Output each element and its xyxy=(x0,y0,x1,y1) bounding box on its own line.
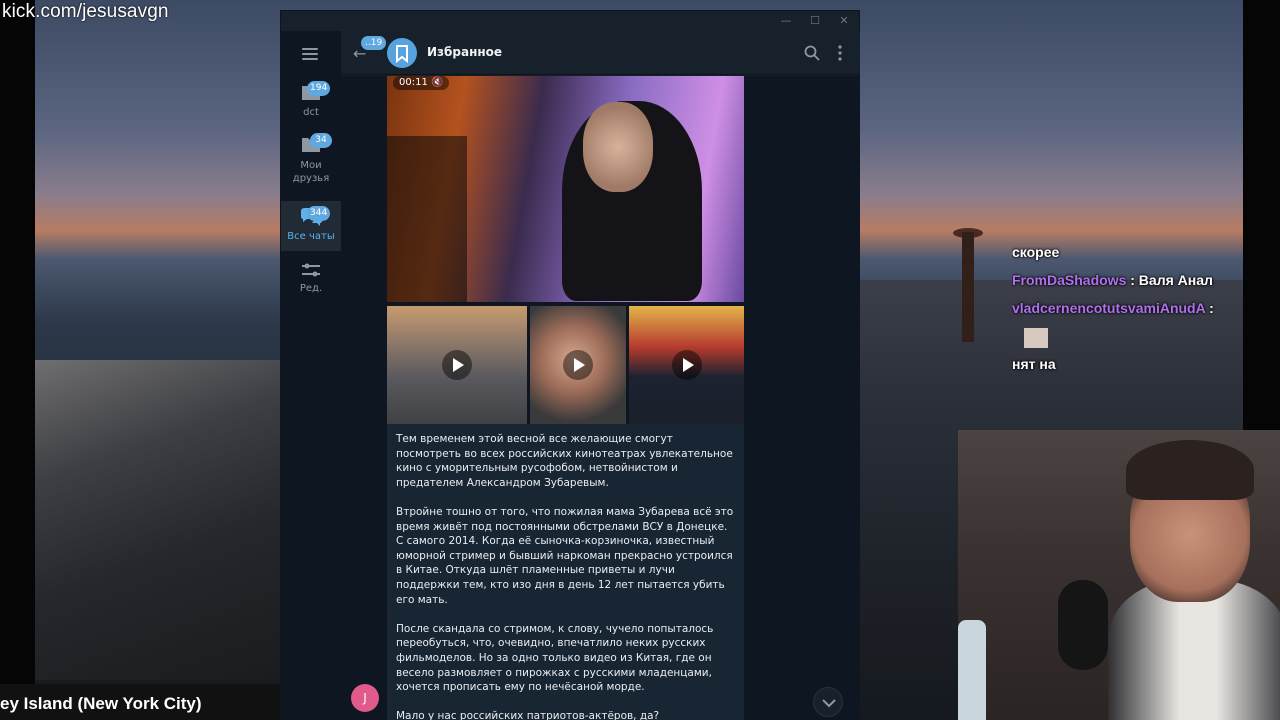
left-letterbox xyxy=(0,0,35,720)
album-video-2[interactable] xyxy=(530,306,626,424)
cityscape-left xyxy=(35,360,280,680)
bookmark-icon xyxy=(396,45,408,64)
search-icon[interactable] xyxy=(803,44,821,62)
chat-line: FromDaShadows : Валя Анал xyxy=(1012,272,1242,300)
close-icon[interactable]: ✕ xyxy=(833,13,855,29)
message-area: 00:11 🔇 Тем временем этой весной все жел… xyxy=(341,76,860,720)
chat-username: vladcernencotutsvamiAnudA xyxy=(1012,300,1206,316)
chevron-down-icon xyxy=(822,699,836,708)
folder-label: Все чаты xyxy=(287,231,335,242)
play-icon xyxy=(671,350,702,380)
microphone xyxy=(1058,580,1108,670)
telegram-window: — ☐ ✕ 194 dct 34 Мои друзья 344 Все чаты… xyxy=(280,10,860,720)
streamer-hair xyxy=(1126,440,1254,500)
chat-line: скорее xyxy=(1012,244,1242,272)
media-album xyxy=(387,306,744,424)
streamer-webcam xyxy=(958,430,1280,720)
stream-url: kick.com/jesusavgn xyxy=(2,1,169,22)
message-paragraph: Тем временем этой весной все желающие см… xyxy=(396,433,733,489)
video-chat-overlay xyxy=(387,136,467,302)
chat-text: : xyxy=(1209,300,1214,316)
chat-text: нят на xyxy=(1012,356,1056,372)
folder-edit[interactable]: Ред. xyxy=(281,261,341,301)
water-bottle xyxy=(958,620,986,720)
minimize-icon[interactable]: — xyxy=(775,13,797,29)
message-paragraph: Мало у нас российских патриотов-актёров,… xyxy=(396,710,660,720)
scroll-down-button[interactable] xyxy=(813,687,843,717)
folder-sidebar: 194 dct 34 Мои друзья 344 Все чаты Ред. xyxy=(281,31,341,720)
message-paragraph: Втройне тошно от того, что пожилая мама … xyxy=(396,505,734,606)
unread-badge: 34 xyxy=(310,133,332,148)
unread-badge: 344 xyxy=(307,206,331,221)
folder-dct[interactable]: 194 dct xyxy=(281,81,341,131)
play-icon xyxy=(563,350,593,380)
message-bubble: Тем временем этой весной все желающие см… xyxy=(387,424,744,720)
message-paragraph: После скандала со стримом, к слову, чуче… xyxy=(396,622,714,694)
location-caption: ey Island (New York City) xyxy=(0,684,280,720)
parachute-tower xyxy=(962,232,974,342)
folder-all-chats[interactable]: 344 Все чаты xyxy=(281,201,341,251)
muted-icon: 🔇 xyxy=(431,77,444,88)
sliders-icon xyxy=(302,263,320,277)
window-titlebar: — ☐ ✕ xyxy=(281,11,859,31)
duration-text: 00:11 xyxy=(399,77,428,88)
chat-username: FromDaShadows xyxy=(1012,272,1127,288)
folder-friends[interactable]: 34 Мои друзья xyxy=(281,133,341,195)
stream-chat-overlay: скорее FromDaShadows : Валя Анал vladcer… xyxy=(1012,244,1242,384)
chat-line xyxy=(1012,328,1242,356)
chat-header: ← ..19 Избранное xyxy=(341,31,860,75)
chat-emote-icon xyxy=(1024,328,1048,348)
chat-text: скорее xyxy=(1012,244,1060,260)
sender-avatar[interactable]: J xyxy=(351,684,379,712)
folder-label: dct xyxy=(303,107,319,118)
menu-icon[interactable] xyxy=(302,48,318,60)
saved-messages-avatar[interactable] xyxy=(387,38,417,68)
video-message[interactable]: 00:11 🔇 xyxy=(387,76,744,302)
album-video-1[interactable] xyxy=(387,306,527,424)
play-icon xyxy=(442,350,472,380)
chat-title[interactable]: Избранное xyxy=(427,45,502,59)
unread-badge: 194 xyxy=(307,81,331,96)
album-video-3[interactable] xyxy=(629,306,744,424)
folder-label: Мои друзья xyxy=(292,160,330,184)
back-unread-badge: ..19 xyxy=(361,36,387,50)
folder-label: Ред. xyxy=(299,283,323,294)
video-duration: 00:11 🔇 xyxy=(393,76,450,90)
more-vertical-icon[interactable] xyxy=(831,44,849,62)
chat-line: нят на xyxy=(1012,356,1242,384)
video-face xyxy=(583,102,653,192)
maximize-icon[interactable]: ☐ xyxy=(804,13,826,29)
chat-text: : Валя Анал xyxy=(1130,272,1213,288)
chat-line: vladcernencotutsvamiAnudA : xyxy=(1012,300,1242,328)
